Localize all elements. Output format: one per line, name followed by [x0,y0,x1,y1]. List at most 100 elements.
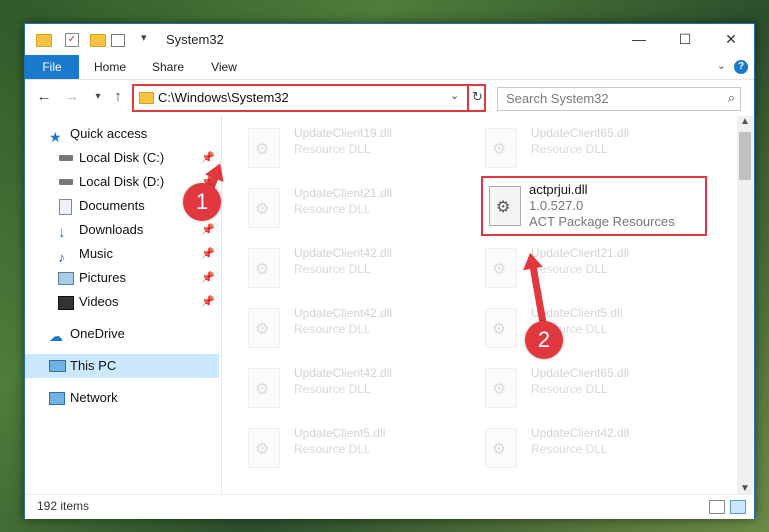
dll-file-icon [485,128,517,168]
navigation-bar: ← → ▾ ↑ C:\Windows\System32 ⌄ ↻ Search S… [25,80,754,114]
dll-file-icon [248,428,280,468]
file-description: Resource DLL [294,442,371,456]
properties-icon[interactable]: ✓ [65,33,79,47]
documents-icon [59,199,72,215]
sidebar-item-label: Network [70,390,118,405]
pin-icon[interactable]: 📌 [201,242,215,266]
expand-ribbon-icon[interactable]: ⌄ [717,59,726,72]
file-list: UpdateClient19.dll Resource DLL UpdateCl… [222,116,737,494]
tab-share[interactable]: Share [145,55,191,79]
list-item[interactable]: UpdateClient42.dll Resource DLL [248,364,448,418]
explorer-window: ✓ ▾ System32 — ☐ ✕ File Home Share View … [24,23,755,519]
sidebar-item-onedrive[interactable]: ☁ OneDrive [25,322,219,346]
videos-icon [58,296,74,310]
list-item[interactable]: UpdateClient5.dll Resource DLL [248,424,448,478]
cloud-icon: ☁ [49,328,63,344]
back-icon[interactable]: ← [35,88,53,105]
address-path[interactable]: C:\Windows\System32 [158,90,289,105]
scroll-thumb[interactable] [739,132,751,180]
folder-icon [36,34,52,47]
dll-file-icon [485,428,517,468]
music-icon: ♪ [58,249,65,265]
sidebar-item-pictures[interactable]: Pictures 📌 [25,266,219,290]
pin-icon[interactable]: 📌 [201,218,215,242]
title-bar: ✓ ▾ System32 — ☐ ✕ [25,24,754,55]
annotation-badge-2: 2 [525,321,563,359]
network-icon [49,392,65,405]
sidebar-item-local-disk-c[interactable]: Local Disk (C:) 📌 [25,146,219,170]
pictures-icon [58,272,74,285]
sidebar-item-label: Videos [79,294,119,309]
file-description: Resource DLL [294,142,371,156]
tab-home[interactable]: Home [85,55,135,79]
help-icon[interactable]: ? [734,60,748,74]
dll-file-icon [489,186,521,226]
search-input[interactable]: Search System32 ⌕ [497,87,741,111]
sidebar-item-label: Local Disk (C:) [79,150,165,165]
dll-file-icon [248,188,280,228]
annotation-badge-1: 1 [183,183,221,221]
list-item[interactable]: UpdateClient21.dll Resource DLL [485,244,685,298]
sidebar-item-quick-access[interactable]: ★ Quick access [25,122,219,146]
sidebar-item-downloads[interactable]: ↓ Downloads 📌 [25,218,219,242]
forward-icon[interactable]: → [63,88,81,105]
sidebar-item-this-pc[interactable]: This PC [25,354,219,378]
sidebar-item-label: Local Disk (D:) [79,174,165,189]
sidebar-item-music[interactable]: ♪ Music 📌 [25,242,219,266]
dll-file-icon [248,308,280,348]
up-icon[interactable]: ↑ [109,88,127,105]
address-dropdown-icon[interactable]: ⌄ [450,89,459,102]
file-name: UpdateClient21.dll [531,246,630,260]
maximize-button[interactable]: ☐ [662,24,708,55]
list-item[interactable]: UpdateClient21.dll Resource DLL [248,184,448,238]
sidebar-item-network[interactable]: Network [25,386,219,410]
pin-icon[interactable]: 📌 [201,266,215,290]
scroll-up-icon[interactable]: ▲ [740,116,750,127]
chevron-down-icon[interactable]: ▾ [141,31,147,47]
scroll-down-icon[interactable]: ▼ [740,483,750,494]
file-name: UpdateClient5.dll [294,426,386,440]
list-item[interactable]: UpdateClient42.dll Resource DLL [248,304,448,358]
list-item[interactable]: UpdateClient42.dll Resource DLL [485,424,685,478]
sidebar-item-label: This PC [70,358,117,373]
sidebar-item-label: Documents [79,198,145,213]
new-folder-icon[interactable] [90,34,106,47]
dll-file-icon [248,368,280,408]
search-icon[interactable]: ⌕ [728,90,735,106]
folder-icon [139,92,154,104]
sidebar-item-videos[interactable]: Videos 📌 [25,290,219,314]
tab-file[interactable]: File [25,55,79,79]
file-description: Resource DLL [531,142,608,156]
file-description: Resource DLL [294,262,371,276]
address-bar[interactable]: C:\Windows\System32 ⌄ ↻ [132,84,486,112]
item-count: 192 items [37,499,90,513]
close-button[interactable]: ✕ [708,24,754,55]
file-name: UpdateClient42.dll [294,366,393,380]
file-description: Resource DLL [531,442,608,456]
sidebar-item-label: Downloads [79,222,144,237]
file-description: Resource DLL [294,382,371,396]
sidebar-item-label: Quick access [70,126,148,141]
star-icon: ★ [49,129,62,145]
details-view-icon[interactable] [709,500,725,514]
pin-icon[interactable]: 📌 [201,290,215,314]
dll-file-icon [485,368,517,408]
refresh-icon[interactable]: ↻ [467,86,486,110]
tab-view[interactable]: View [201,55,247,79]
list-item[interactable]: UpdateClient65.dll Resource DLL [485,364,685,418]
minimize-button[interactable]: — [616,24,662,55]
download-icon: ↓ [58,224,66,241]
file-name: UpdateClient19.dll [294,126,393,140]
file-description: Resource DLL [531,262,608,276]
navigation-pane: ★ Quick access Local Disk (C:) 📌 Local D… [25,116,222,494]
vertical-scrollbar[interactable]: ▲ ▼ [737,116,753,494]
list-item[interactable]: UpdateClient65.dll Resource DLL [485,124,685,178]
list-item[interactable]: UpdateClient42.dll Resource DLL [248,244,448,298]
recent-locations-icon[interactable]: ▾ [89,91,107,102]
customize-toolbar-icon[interactable] [111,34,125,47]
tiles-view-icon[interactable] [730,500,746,514]
list-item[interactable]: UpdateClient5.dll Resource DLL [485,304,685,358]
file-name: UpdateClient42.dll [294,246,393,260]
list-item[interactable]: UpdateClient19.dll Resource DLL [248,124,448,178]
highlighted-file-item[interactable]: actprjui.dll 1.0.527.0 ACT Package Resou… [481,176,707,236]
